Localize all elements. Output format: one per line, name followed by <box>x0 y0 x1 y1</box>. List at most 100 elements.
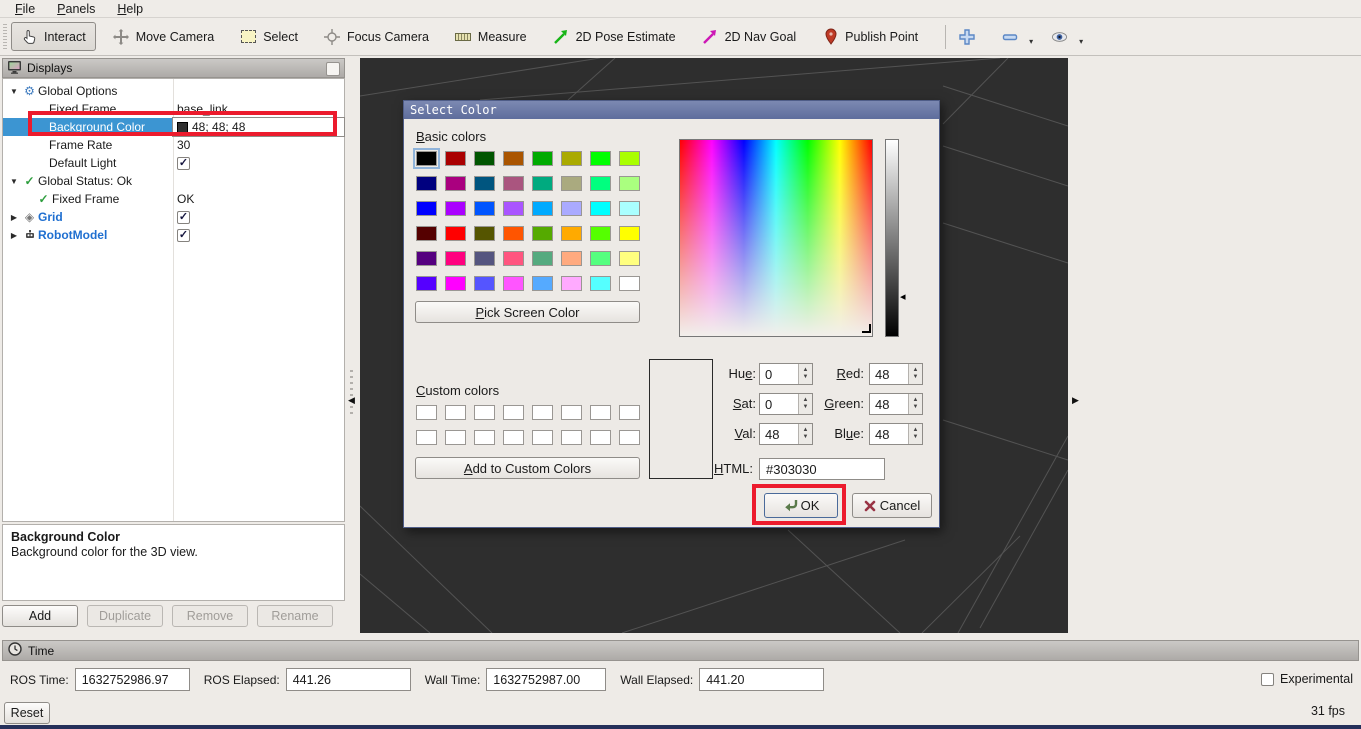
property-checkbox[interactable]: ✓ <box>177 229 190 242</box>
displays-float-button[interactable] <box>326 62 340 76</box>
basic-color-swatch[interactable] <box>532 201 553 216</box>
basic-color-swatch[interactable] <box>619 201 640 216</box>
property-value[interactable]: OK <box>177 192 194 206</box>
property-checkbox[interactable]: ✓ <box>177 211 190 224</box>
ros-time-value[interactable]: 1632752986.97 <box>75 668 190 691</box>
tree-row-global-options[interactable]: ▼⚙Global Options <box>3 82 344 100</box>
basic-color-swatch[interactable] <box>416 251 437 266</box>
collapse-right-arrow-icon[interactable]: ▶ <box>1072 395 1079 406</box>
basic-color-swatch[interactable] <box>445 276 466 291</box>
tree-row-grid[interactable]: ▶◈Grid✓ <box>3 208 344 226</box>
custom-color-swatch[interactable] <box>532 430 553 445</box>
basic-color-swatch[interactable] <box>503 251 524 266</box>
time-panel-header[interactable]: Time <box>2 640 1359 661</box>
property-checkbox[interactable]: ✓ <box>177 157 190 170</box>
basic-color-swatch[interactable] <box>474 176 495 191</box>
visibility-tool-dropdown-caret[interactable]: ▾ <box>1079 37 1083 46</box>
basic-color-swatch[interactable] <box>445 151 466 166</box>
basic-color-swatch[interactable] <box>561 151 582 166</box>
tree-row-robotmodel[interactable]: ▶RobotModel✓ <box>3 226 344 244</box>
visibility-tool-button[interactable] <box>1049 24 1070 49</box>
basic-color-swatch[interactable] <box>619 151 640 166</box>
basic-color-swatch[interactable] <box>416 151 437 166</box>
expander-right-icon[interactable]: ▶ <box>7 213 21 222</box>
basic-color-swatch[interactable] <box>474 201 495 216</box>
custom-color-swatch[interactable] <box>532 405 553 420</box>
val-spinbox[interactable]: 48▲▼ <box>759 423 813 445</box>
select-tool-button[interactable]: Select <box>231 23 307 50</box>
basic-color-swatch[interactable] <box>590 176 611 191</box>
tree-row-global-status-ok[interactable]: ▼✓Global Status: Ok <box>3 172 344 190</box>
remove-tool-dropdown-caret[interactable]: ▾ <box>1029 37 1033 46</box>
basic-color-swatch[interactable] <box>619 176 640 191</box>
custom-color-swatch[interactable] <box>416 430 437 445</box>
custom-color-swatch[interactable] <box>445 430 466 445</box>
value-slider[interactable] <box>885 139 899 337</box>
wall-elapsed-value[interactable]: 441.20 <box>699 668 824 691</box>
wall-time-value[interactable]: 1632752987.00 <box>486 668 606 691</box>
green-spinbox[interactable]: 48▲▼ <box>869 393 923 415</box>
basic-color-swatch[interactable] <box>561 226 582 241</box>
measure-tool-button[interactable]: Measure <box>446 23 536 50</box>
displays-panel-header[interactable]: Displays <box>2 58 345 78</box>
custom-color-swatch[interactable] <box>590 430 611 445</box>
hue-spinbox[interactable]: 0▲▼ <box>759 363 813 385</box>
basic-color-swatch[interactable] <box>503 276 524 291</box>
custom-color-swatch[interactable] <box>561 405 582 420</box>
custom-color-swatch[interactable] <box>503 405 524 420</box>
tree-row-default-light[interactable]: Default Light✓ <box>3 154 344 172</box>
basic-color-swatch[interactable] <box>474 251 495 266</box>
basic-color-swatch[interactable] <box>590 226 611 241</box>
basic-color-swatch[interactable] <box>561 201 582 216</box>
reset-button[interactable]: Reset <box>4 702 50 724</box>
custom-color-swatch[interactable] <box>619 405 640 420</box>
custom-color-swatch[interactable] <box>445 405 466 420</box>
toolbar-grip[interactable] <box>3 24 7 50</box>
basic-color-swatch[interactable] <box>561 176 582 191</box>
publish-point-tool-button[interactable]: Publish Point <box>813 23 927 50</box>
add-display-button[interactable]: Add <box>2 605 78 627</box>
menu-file[interactable]: File <box>6 1 44 17</box>
value-slider-arrow-icon[interactable]: ◂ <box>900 290 906 303</box>
ros-elapsed-value[interactable]: 441.26 <box>286 668 411 691</box>
red-spinbox[interactable]: 48▲▼ <box>869 363 923 385</box>
basic-color-swatch[interactable] <box>619 276 640 291</box>
custom-color-swatch[interactable] <box>474 405 495 420</box>
basic-color-swatch[interactable] <box>416 201 437 216</box>
sat-spinbox[interactable]: 0▲▼ <box>759 393 813 415</box>
nav-goal-tool-button[interactable]: 2D Nav Goal <box>693 23 806 50</box>
tree-row-fixed-frame[interactable]: ✓Fixed FrameOK <box>3 190 344 208</box>
expander-right-icon[interactable]: ▶ <box>7 231 21 240</box>
basic-color-swatch[interactable] <box>561 251 582 266</box>
basic-color-swatch[interactable] <box>503 151 524 166</box>
expander-down-icon[interactable]: ▼ <box>7 87 21 96</box>
html-color-input[interactable]: #303030 <box>759 458 885 480</box>
hue-saturation-picker[interactable] <box>679 139 873 337</box>
custom-color-swatch[interactable] <box>619 430 640 445</box>
custom-color-swatch[interactable] <box>503 430 524 445</box>
custom-color-swatch[interactable] <box>561 430 582 445</box>
move-camera-tool-button[interactable]: Move Camera <box>104 23 224 50</box>
basic-color-swatch[interactable] <box>474 226 495 241</box>
basic-color-swatch[interactable] <box>503 201 524 216</box>
basic-color-swatch[interactable] <box>532 151 553 166</box>
basic-color-swatch[interactable] <box>503 176 524 191</box>
basic-color-swatch[interactable] <box>590 251 611 266</box>
focus-camera-tool-button[interactable]: Focus Camera <box>315 23 438 50</box>
basic-color-swatch[interactable] <box>445 226 466 241</box>
tree-row-frame-rate[interactable]: Frame Rate30 <box>3 136 344 154</box>
basic-color-swatch[interactable] <box>445 201 466 216</box>
basic-color-swatch[interactable] <box>532 276 553 291</box>
remove-tool-button[interactable] <box>999 24 1020 49</box>
experimental-checkbox[interactable] <box>1261 673 1274 686</box>
menu-help[interactable]: Help <box>108 1 152 17</box>
basic-color-swatch[interactable] <box>503 226 524 241</box>
basic-color-swatch[interactable] <box>619 226 640 241</box>
property-value[interactable]: 30 <box>177 138 190 152</box>
collapse-left-arrow-icon[interactable]: ◀ <box>348 395 355 406</box>
custom-color-swatch[interactable] <box>416 405 437 420</box>
basic-color-swatch[interactable] <box>532 251 553 266</box>
basic-color-swatch[interactable] <box>619 251 640 266</box>
spin-arrows-icon[interactable]: ▲▼ <box>908 394 922 414</box>
basic-color-swatch[interactable] <box>590 151 611 166</box>
